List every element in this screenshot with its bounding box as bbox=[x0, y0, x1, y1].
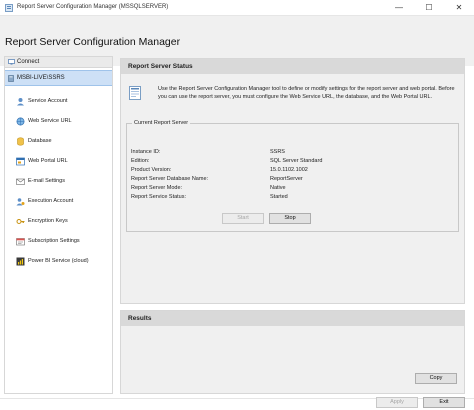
sidebar-item-power-bi-service[interactable]: Power BI Service (cloud) bbox=[5, 255, 112, 269]
sidebar-item-email-settings[interactable]: E-mail Settings bbox=[5, 175, 112, 189]
panel-title: Report Server Status bbox=[128, 63, 193, 70]
intro-text: Use the Report Server Configuration Mana… bbox=[158, 86, 455, 100]
sidebar-item-label: Power BI Service (cloud) bbox=[28, 258, 89, 264]
server-mode-label: Report Server Mode: bbox=[131, 185, 183, 191]
sidebar-item-label: E-mail Settings bbox=[28, 178, 65, 184]
sidebar-item-label: Encryption Keys bbox=[28, 218, 68, 224]
sidebar-item-web-service-url[interactable]: Web Service URL bbox=[5, 115, 112, 129]
sidebar-item-encryption-keys[interactable]: Encryption Keys bbox=[5, 215, 112, 229]
database-icon bbox=[17, 137, 24, 146]
close-button[interactable]: ✕ bbox=[444, 0, 474, 16]
group-title: Current Report Server bbox=[132, 120, 191, 126]
panel-header: Report Server Status bbox=[121, 59, 464, 74]
sidebar-item-label: Execution Account bbox=[28, 198, 74, 204]
service-status-value: Started bbox=[270, 194, 288, 200]
sidebar-item-label: Subscription Settings bbox=[28, 238, 80, 244]
instance-id-value: SSRS bbox=[270, 149, 285, 155]
web-service-url-icon bbox=[16, 117, 25, 126]
sidebar-item-service-account[interactable]: Service Account bbox=[5, 95, 112, 109]
minimize-button[interactable]: — bbox=[384, 0, 414, 16]
current-report-server-group: Current Report Server Instance ID: SSRS … bbox=[126, 120, 459, 232]
exit-button[interactable]: Exit bbox=[423, 397, 465, 408]
server-mode-value: Native bbox=[270, 185, 286, 191]
sidebar-item-database[interactable]: Database bbox=[5, 135, 112, 149]
server-icon bbox=[8, 75, 14, 82]
page-title: Report Server Configuration Manager bbox=[5, 36, 181, 48]
panel-title: Results bbox=[128, 315, 152, 322]
report-server-status-panel: Report Server Status Use the Report Serv… bbox=[120, 58, 465, 304]
encryption-keys-icon bbox=[16, 219, 25, 224]
sidebar-item-subscription-settings[interactable]: Subscription Settings bbox=[5, 235, 112, 249]
panel-header: Results bbox=[121, 311, 464, 326]
subscription-settings-icon bbox=[16, 238, 25, 246]
service-account-icon bbox=[17, 98, 24, 106]
sidebar-item-label: Web Service URL bbox=[28, 118, 72, 124]
sidebar-item-web-portal-url[interactable]: Web Portal URL bbox=[5, 155, 112, 169]
connect-label: Connect bbox=[17, 59, 40, 65]
start-button[interactable]: Start bbox=[222, 213, 264, 224]
connect-icon bbox=[8, 59, 15, 65]
maximize-button[interactable]: ☐ bbox=[414, 0, 444, 16]
instance-id-label: Instance ID: bbox=[131, 149, 161, 155]
email-icon bbox=[16, 178, 25, 185]
title-bar: Report Server Configuration Manager (MSS… bbox=[0, 0, 474, 16]
product-version-value: 15.0.1102.1002 bbox=[270, 167, 308, 173]
sidebar-item-execution-account[interactable]: Execution Account bbox=[5, 195, 112, 209]
results-panel: Results Copy bbox=[120, 310, 465, 394]
product-version-label: Product Version: bbox=[131, 167, 172, 173]
execution-account-icon bbox=[16, 198, 25, 206]
service-status-label: Report Service Status: bbox=[131, 194, 187, 200]
connect-button[interactable]: Connect bbox=[5, 57, 112, 68]
database-name-label: Report Server Database Name: bbox=[131, 176, 209, 182]
edition-value: SQL Server Standard bbox=[270, 158, 323, 164]
sidebar-item-label: Web Portal URL bbox=[28, 158, 68, 164]
sidebar: Connect MSBI-LIVE\SSRS Service Account W… bbox=[4, 56, 113, 394]
server-node[interactable]: MSBI-LIVE\SSRS bbox=[5, 70, 112, 86]
app-icon bbox=[5, 4, 13, 12]
edition-label: Edition: bbox=[131, 158, 150, 164]
database-name-value: ReportServer bbox=[270, 176, 303, 182]
apply-button[interactable]: Apply bbox=[376, 397, 418, 408]
report-server-icon bbox=[129, 86, 141, 100]
server-label: MSBI-LIVE\SSRS bbox=[17, 75, 65, 81]
sidebar-item-label: Service Account bbox=[28, 98, 68, 104]
power-bi-icon bbox=[16, 257, 25, 266]
web-portal-url-icon bbox=[16, 157, 25, 166]
sidebar-item-label: Database bbox=[28, 138, 52, 144]
copy-button[interactable]: Copy bbox=[415, 373, 457, 384]
window-title: Report Server Configuration Manager (MSS… bbox=[17, 4, 169, 10]
stop-button[interactable]: Stop bbox=[269, 213, 311, 224]
